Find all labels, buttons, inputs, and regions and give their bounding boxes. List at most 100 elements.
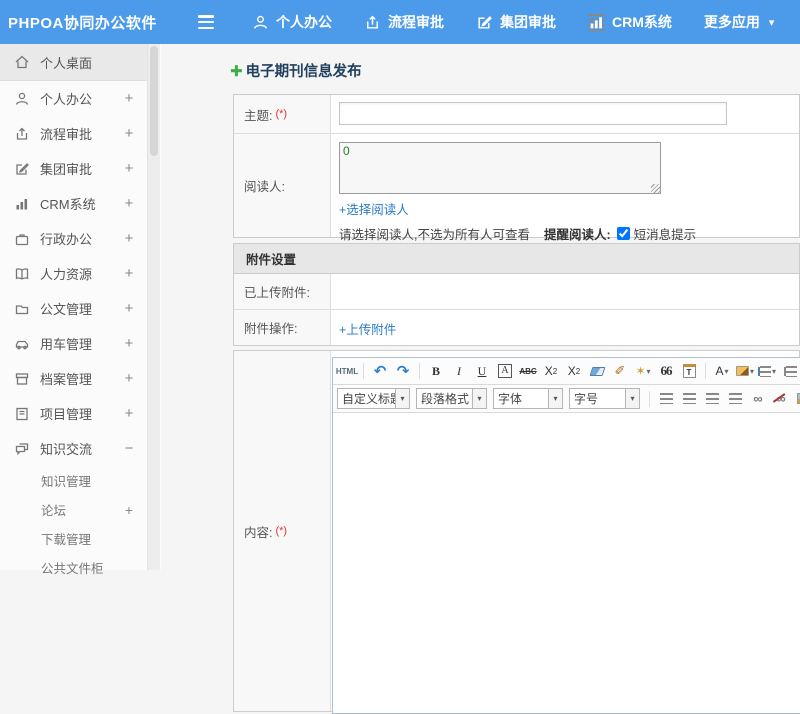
align-right-button[interactable] bbox=[702, 389, 722, 409]
expand-plus-icon[interactable]: + bbox=[123, 300, 135, 317]
expand-plus-icon[interactable]: + bbox=[123, 265, 135, 282]
editor-toolbar-row1: HTML ↶ ↷ B I U A ABC X2 X2 ✐ ✶ ▾ 66 T A … bbox=[333, 358, 800, 385]
nav-crm-system[interactable]: CRM系统 bbox=[588, 12, 672, 32]
expand-plus-icon[interactable]: + bbox=[123, 335, 135, 352]
font-border-button[interactable]: A bbox=[498, 364, 512, 378]
italic-button[interactable]: I bbox=[449, 361, 469, 381]
readers-value: 0 bbox=[343, 144, 350, 158]
sidebar-item-vehicle-management[interactable]: 用车管理 + bbox=[0, 326, 147, 361]
sidebar-item-admin-office[interactable]: 行政办公 + bbox=[0, 221, 147, 256]
select-readers-link[interactable]: +选择阅读人 bbox=[339, 199, 409, 218]
unordered-list-button[interactable] bbox=[781, 361, 800, 381]
sidebar-item-label: 流程审批 bbox=[40, 127, 93, 142]
uploaded-attachments-value bbox=[331, 274, 799, 309]
attachment-action-label: 附件操作: bbox=[234, 310, 331, 345]
uploaded-attachments-row: 已上传附件: bbox=[234, 274, 799, 309]
expand-plus-icon[interactable]: + bbox=[123, 502, 135, 518]
sms-remind-checkbox[interactable] bbox=[616, 227, 630, 240]
nav-personal-office[interactable]: 个人办公 bbox=[252, 12, 332, 32]
custom-title-select[interactable]: 自定义标题 ▾ bbox=[337, 388, 410, 409]
top-header-bar: PHPOA协同办公软件 个人办公 流程审批 集团审批 CRM系统 更多应用 ▾ bbox=[0, 0, 800, 44]
subscript-button[interactable]: X2 bbox=[564, 361, 584, 381]
sidebar-subitem-public-file-cabinet[interactable]: 公共文件柜 bbox=[0, 553, 147, 582]
collapse-minus-icon[interactable]: − bbox=[123, 440, 135, 457]
font-family-select[interactable]: 字体 ▾ bbox=[493, 388, 563, 409]
blockquote-button[interactable]: 66 bbox=[656, 361, 676, 381]
hamburger-menu-icon[interactable] bbox=[198, 15, 218, 29]
format-painter-button[interactable]: ✐ bbox=[610, 361, 630, 381]
paste-plain-text-button[interactable]: T bbox=[679, 361, 699, 381]
readers-textarea[interactable]: 0 bbox=[339, 142, 661, 194]
resize-grip-icon[interactable] bbox=[651, 184, 660, 193]
sidebar-subitem-forum[interactable]: 论坛 + bbox=[0, 495, 147, 524]
paragraph-format-select[interactable]: 段落格式 ▾ bbox=[416, 388, 487, 409]
superscript-button[interactable]: X2 bbox=[541, 361, 561, 381]
align-center-button[interactable] bbox=[679, 389, 699, 409]
sidebar-item-group-approval[interactable]: 集团审批 + bbox=[0, 151, 147, 186]
nav-group-approval[interactable]: 集团审批 bbox=[476, 12, 556, 32]
sidebar-item-label: 知识交流 bbox=[40, 442, 93, 457]
subject-input[interactable] bbox=[339, 102, 727, 125]
chevron-down-icon: ▾ bbox=[771, 366, 776, 376]
expand-plus-icon[interactable]: + bbox=[123, 90, 135, 107]
main-content: ✚ 电子期刊信息发布 主题: (*) 阅读人: 0 +选择阅读人 请选择阅读人,… bbox=[161, 44, 800, 714]
expand-plus-icon[interactable]: + bbox=[123, 405, 135, 422]
sidebar-item-project-management[interactable]: 项目管理 + bbox=[0, 396, 147, 431]
font-color-button[interactable]: A ▾ bbox=[712, 361, 732, 381]
auto-typeset-button[interactable]: ✶ ▾ bbox=[633, 361, 653, 381]
nav-label: 个人办公 bbox=[276, 14, 332, 30]
required-mark: (*) bbox=[275, 108, 288, 120]
top-nav: 个人办公 流程审批 集团审批 CRM系统 更多应用 ▾ bbox=[252, 12, 774, 32]
sidebar-item-workflow-approval[interactable]: 流程审批 + bbox=[0, 116, 147, 151]
justify-button[interactable] bbox=[725, 389, 745, 409]
expand-plus-icon[interactable]: + bbox=[123, 125, 135, 142]
chevron-down-icon: ▾ bbox=[724, 366, 729, 376]
sidebar-subitem-download-management[interactable]: 下载管理 bbox=[0, 524, 147, 553]
sidebar-item-document-management[interactable]: 公文管理 + bbox=[0, 291, 147, 326]
sidebar-item-personal-desktop[interactable]: 个人桌面 bbox=[0, 44, 147, 81]
html-source-button[interactable]: HTML bbox=[336, 361, 358, 381]
editor-content-area[interactable] bbox=[333, 413, 800, 713]
nav-more-apps[interactable]: 更多应用 ▾ bbox=[704, 12, 775, 32]
sidebar-item-human-resources[interactable]: 人力资源 + bbox=[0, 256, 147, 291]
strikethrough-button[interactable]: ABC bbox=[518, 361, 538, 381]
align-left-button[interactable] bbox=[656, 389, 676, 409]
expand-plus-icon[interactable]: + bbox=[123, 160, 135, 177]
sidebar-item-label: 行政办公 bbox=[40, 232, 93, 247]
align-right-icon bbox=[705, 393, 719, 404]
highlight-color-button[interactable]: ▾ bbox=[735, 361, 755, 381]
expand-plus-icon[interactable]: + bbox=[123, 370, 135, 387]
expand-plus-icon[interactable]: + bbox=[123, 195, 135, 212]
sidebar-item-archive-management[interactable]: 档案管理 + bbox=[0, 361, 147, 396]
chevron-down-icon: ▾ bbox=[548, 389, 562, 408]
sidebar-item-crm-system[interactable]: CRM系统 + bbox=[0, 186, 147, 221]
expand-plus-icon[interactable]: + bbox=[123, 230, 135, 247]
undo-button[interactable]: ↶ bbox=[370, 361, 390, 381]
redo-button[interactable]: ↷ bbox=[393, 361, 413, 381]
font-size-select[interactable]: 字号 ▾ bbox=[569, 388, 640, 409]
sidebar-subitem-knowledge-management[interactable]: 知识管理 bbox=[0, 466, 147, 495]
upload-attachment-link[interactable]: +上传附件 bbox=[339, 319, 396, 338]
sidebar-scrollbar[interactable] bbox=[148, 44, 160, 570]
sidebar-item-label: 人力资源 bbox=[40, 267, 93, 282]
chevron-down-icon: ▾ bbox=[768, 16, 775, 29]
insert-image-button[interactable] bbox=[794, 389, 800, 409]
ordered-list-button[interactable]: ▾ bbox=[758, 361, 778, 381]
nav-workflow-approval[interactable]: 流程审批 bbox=[364, 12, 444, 32]
sidebar-item-personal-office[interactable]: 个人办公 + bbox=[0, 81, 147, 116]
sidebar-item-knowledge-exchange[interactable]: 知识交流 − bbox=[0, 431, 147, 466]
sidebar-item-label: CRM系统 bbox=[40, 197, 96, 212]
readers-label: 阅读人: bbox=[234, 134, 331, 237]
underline-button[interactable]: U bbox=[472, 361, 492, 381]
attachment-action-row: 附件操作: +上传附件 bbox=[234, 309, 799, 345]
insert-link-button[interactable]: ∞ bbox=[748, 389, 768, 409]
sms-remind-label: 短消息提示 bbox=[633, 228, 697, 242]
chevron-down-icon: ▾ bbox=[646, 366, 651, 376]
bold-button[interactable]: B bbox=[426, 361, 446, 381]
book-icon bbox=[15, 267, 29, 280]
content-row: 内容: (*) HTML ↶ ↷ B I U A ABC X 2 X 2 ✐ ✶… bbox=[234, 351, 800, 714]
clear-format-button[interactable] bbox=[587, 361, 607, 381]
unlink-button[interactable]: ∞ bbox=[771, 389, 791, 409]
rich-text-editor: HTML ↶ ↷ B I U A ABC X2 X2 ✐ ✶ ▾ 66 T A … bbox=[332, 357, 800, 714]
person-icon bbox=[15, 92, 29, 105]
